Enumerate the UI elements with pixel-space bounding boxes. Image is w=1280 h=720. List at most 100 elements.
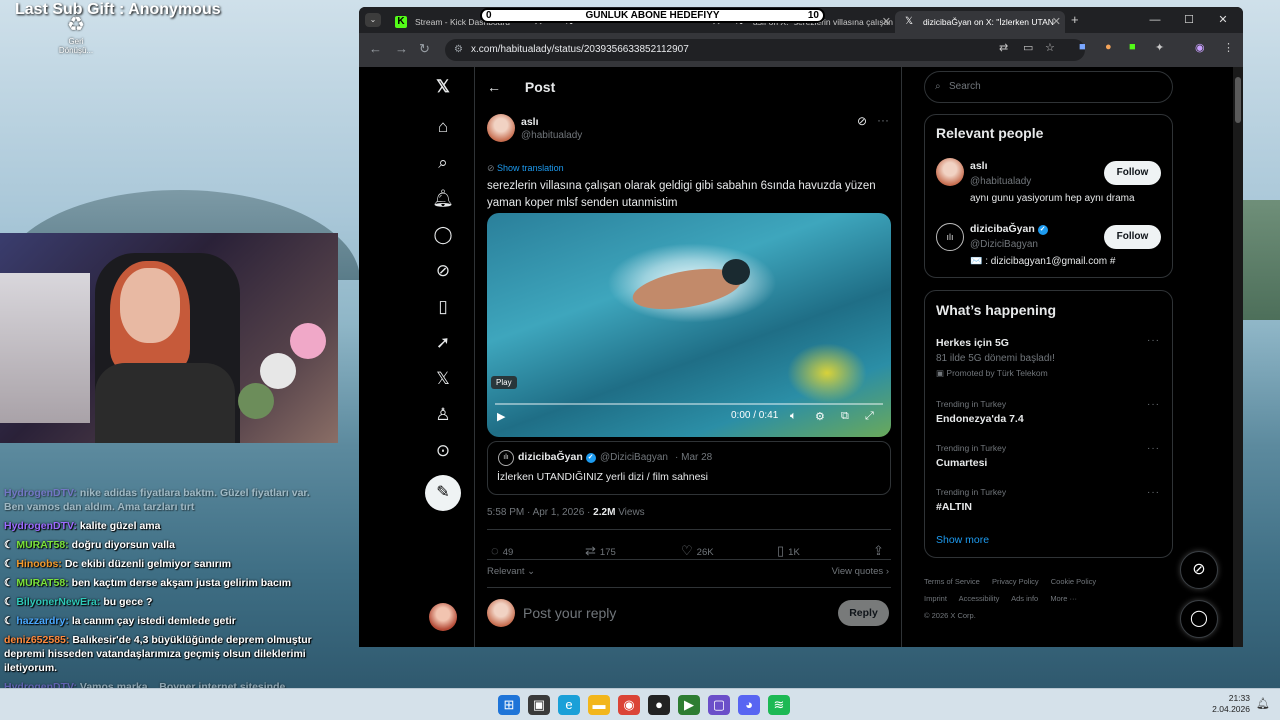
person-avatar[interactable]: ılı [936,223,964,251]
taskbar-clock[interactable]: 21:33 2.04.2026 [1212,693,1250,715]
cast-icon[interactable]: ▭ [1023,41,1033,54]
extension-icon[interactable]: ■ [1079,41,1086,53]
url-field[interactable]: ⚙ x.com/habitualady/status/2039356633852… [445,39,1085,61]
post-timestamp[interactable]: 5:58 PM · Apr 1, 2026 · [487,507,593,518]
volume-icon[interactable]: 🔈︎ [790,410,797,423]
file-explorer-icon[interactable]: ▬ [588,695,610,715]
tab-dizicibagyan-post[interactable]: 𝕏 dizicibaǦyan on X: "İzlerken UTAN ✕ [895,11,1065,33]
more-circle-icon[interactable]: ⊙ [431,439,455,463]
footer-link[interactable]: Privacy Policy [992,577,1039,586]
messages-icon[interactable]: ◯ [431,223,455,247]
rocket-icon[interactable]: ➚ [431,331,455,355]
close-tab-icon[interactable]: ✕ [882,11,891,33]
video-player[interactable]: Play ▶ 0:00 / 0:41 🔈︎ ⚙ ⧉ ⤢ [487,213,891,437]
messages-fab-icon[interactable]: ◯ [1180,600,1218,638]
chat-username[interactable]: BilyonerNewEra: [16,596,100,608]
extension-icon[interactable]: ● [1105,41,1112,53]
premium-x-icon[interactable]: 𝕏 [431,367,455,391]
share-action[interactable]: ⇪ [873,543,888,559]
chat-username[interactable]: hazzardry: [16,615,69,627]
site-info-icon[interactable]: ⚙ [454,39,463,61]
back-arrow-icon[interactable]: ← [487,79,501,95]
more-options-icon[interactable]: ··· [1147,487,1160,498]
discord-icon[interactable]: ◕ [738,695,760,715]
footer-link[interactable]: More ··· [1050,594,1077,603]
trend-title[interactable]: Endonezya'da 7.4 [936,413,1024,425]
more-options-icon[interactable]: ··· [1147,399,1160,410]
footer-link[interactable]: Imprint [924,594,947,603]
chat-username[interactable]: Hinoobs: [16,558,62,570]
show-more-link[interactable]: Show more [936,534,989,546]
trend-title[interactable]: Cumartesi [936,457,987,469]
person-avatar[interactable] [936,158,964,186]
settings-gear-icon[interactable]: ⚙ [815,410,825,423]
profile-person-icon[interactable]: ♙ [431,403,455,427]
grok-icon[interactable]: ⊘ [431,259,455,283]
notifications-bell-icon[interactable]: 🔔︎ [431,187,455,211]
reply-button[interactable]: Reply [838,600,889,626]
reply-input[interactable]: Post your reply [523,605,616,621]
reload-icon[interactable]: ↻ [419,41,430,57]
app-icon[interactable]: ▶ [678,695,700,715]
trend-title[interactable]: Herkes için 5G [936,337,1009,349]
page-scrollbar[interactable] [1233,67,1243,647]
bookmarks-icon[interactable]: ▯ [431,295,455,319]
account-avatar[interactable] [429,603,457,631]
footer-link[interactable]: Accessibility [959,594,1000,603]
tab-list-chevron-icon[interactable]: ⌄ [365,13,381,27]
footer-link[interactable]: Cookie Policy [1051,577,1096,586]
chat-username[interactable]: HydrogenDTV: [4,520,77,532]
new-tab-icon[interactable]: + [1071,12,1079,27]
fullscreen-icon[interactable]: ⤢ [865,410,874,423]
chat-username[interactable]: HydrogenDTV: [4,487,77,499]
close-tab-icon[interactable]: ✕ [1052,11,1061,33]
person-name[interactable]: dizicibaǦyan ✓ [970,223,1048,235]
author-name[interactable]: aslı [521,116,539,128]
chrome-icon[interactable]: ◉ [618,695,640,715]
obs-icon[interactable]: ● [648,695,670,715]
compose-post-icon[interactable]: ✎ [425,475,461,511]
more-options-icon[interactable]: ··· [1147,335,1160,346]
spotify-icon[interactable]: ≋ [768,695,790,715]
minimize-icon[interactable]: — [1139,11,1171,29]
start-icon[interactable]: ⊞ [498,695,520,715]
extension-icon[interactable]: ■ [1129,41,1136,53]
trend-title[interactable]: #ALTIN [936,501,972,513]
reply-action[interactable]: ◌ 49 [491,543,513,558]
chat-username[interactable]: MURAT58: [16,577,68,589]
picture-in-picture-icon[interactable]: ⧉ [841,410,849,423]
person-name[interactable]: aslı [970,160,988,172]
scrollbar-thumb[interactable] [1235,77,1241,123]
footer-link[interactable]: Ads info [1011,594,1038,603]
more-options-icon[interactable]: ··· [1147,443,1160,454]
grok-explain-icon[interactable]: ⊘ [857,114,867,128]
app-icon[interactable]: ▢ [708,695,730,715]
menu-icon[interactable]: ⋮ [1223,41,1234,54]
quoted-post[interactable]: ılı dizicibaǦyan ✓ @DiziciBagyan · Mar 2… [487,441,891,495]
profile-icon[interactable]: ◉ [1195,41,1205,54]
search-input[interactable]: ⌕ Search [924,71,1173,103]
home-icon[interactable]: ⌂ [431,115,455,139]
recycle-bin-shortcut[interactable]: ♻ Geri Dönüşü... [58,12,94,55]
play-icon[interactable]: ▶ [497,410,505,423]
notification-bell-icon[interactable]: 🔔︎ [1256,697,1270,710]
x-logo-icon[interactable]: 𝕏 [431,75,455,99]
follow-button[interactable]: Follow [1104,225,1161,249]
maximize-icon[interactable]: ☐ [1173,11,1205,29]
translate-icon[interactable]: ⇄ [999,41,1008,54]
bookmark-star-icon[interactable]: ☆ [1045,41,1055,54]
edge-icon[interactable]: e [558,695,580,715]
back-icon[interactable]: ← [369,41,382,56]
chat-username[interactable]: deniz652585: [4,634,69,646]
repost-action[interactable]: ⇄ 175 [585,543,616,559]
author-avatar[interactable] [487,114,515,142]
author-handle[interactable]: @habitualady [521,130,582,141]
show-translation-link[interactable]: ⊘ Show translation [487,163,564,174]
view-quotes-link[interactable]: View quotes › [832,566,889,577]
forward-icon[interactable]: → [395,41,408,56]
video-progress-bar[interactable] [495,403,883,405]
close-window-icon[interactable]: ✕ [1207,11,1239,29]
like-action[interactable]: ♡ 26K [681,543,714,559]
footer-link[interactable]: Terms of Service [924,577,980,586]
grok-fab-icon[interactable]: ⊘ [1180,551,1218,589]
